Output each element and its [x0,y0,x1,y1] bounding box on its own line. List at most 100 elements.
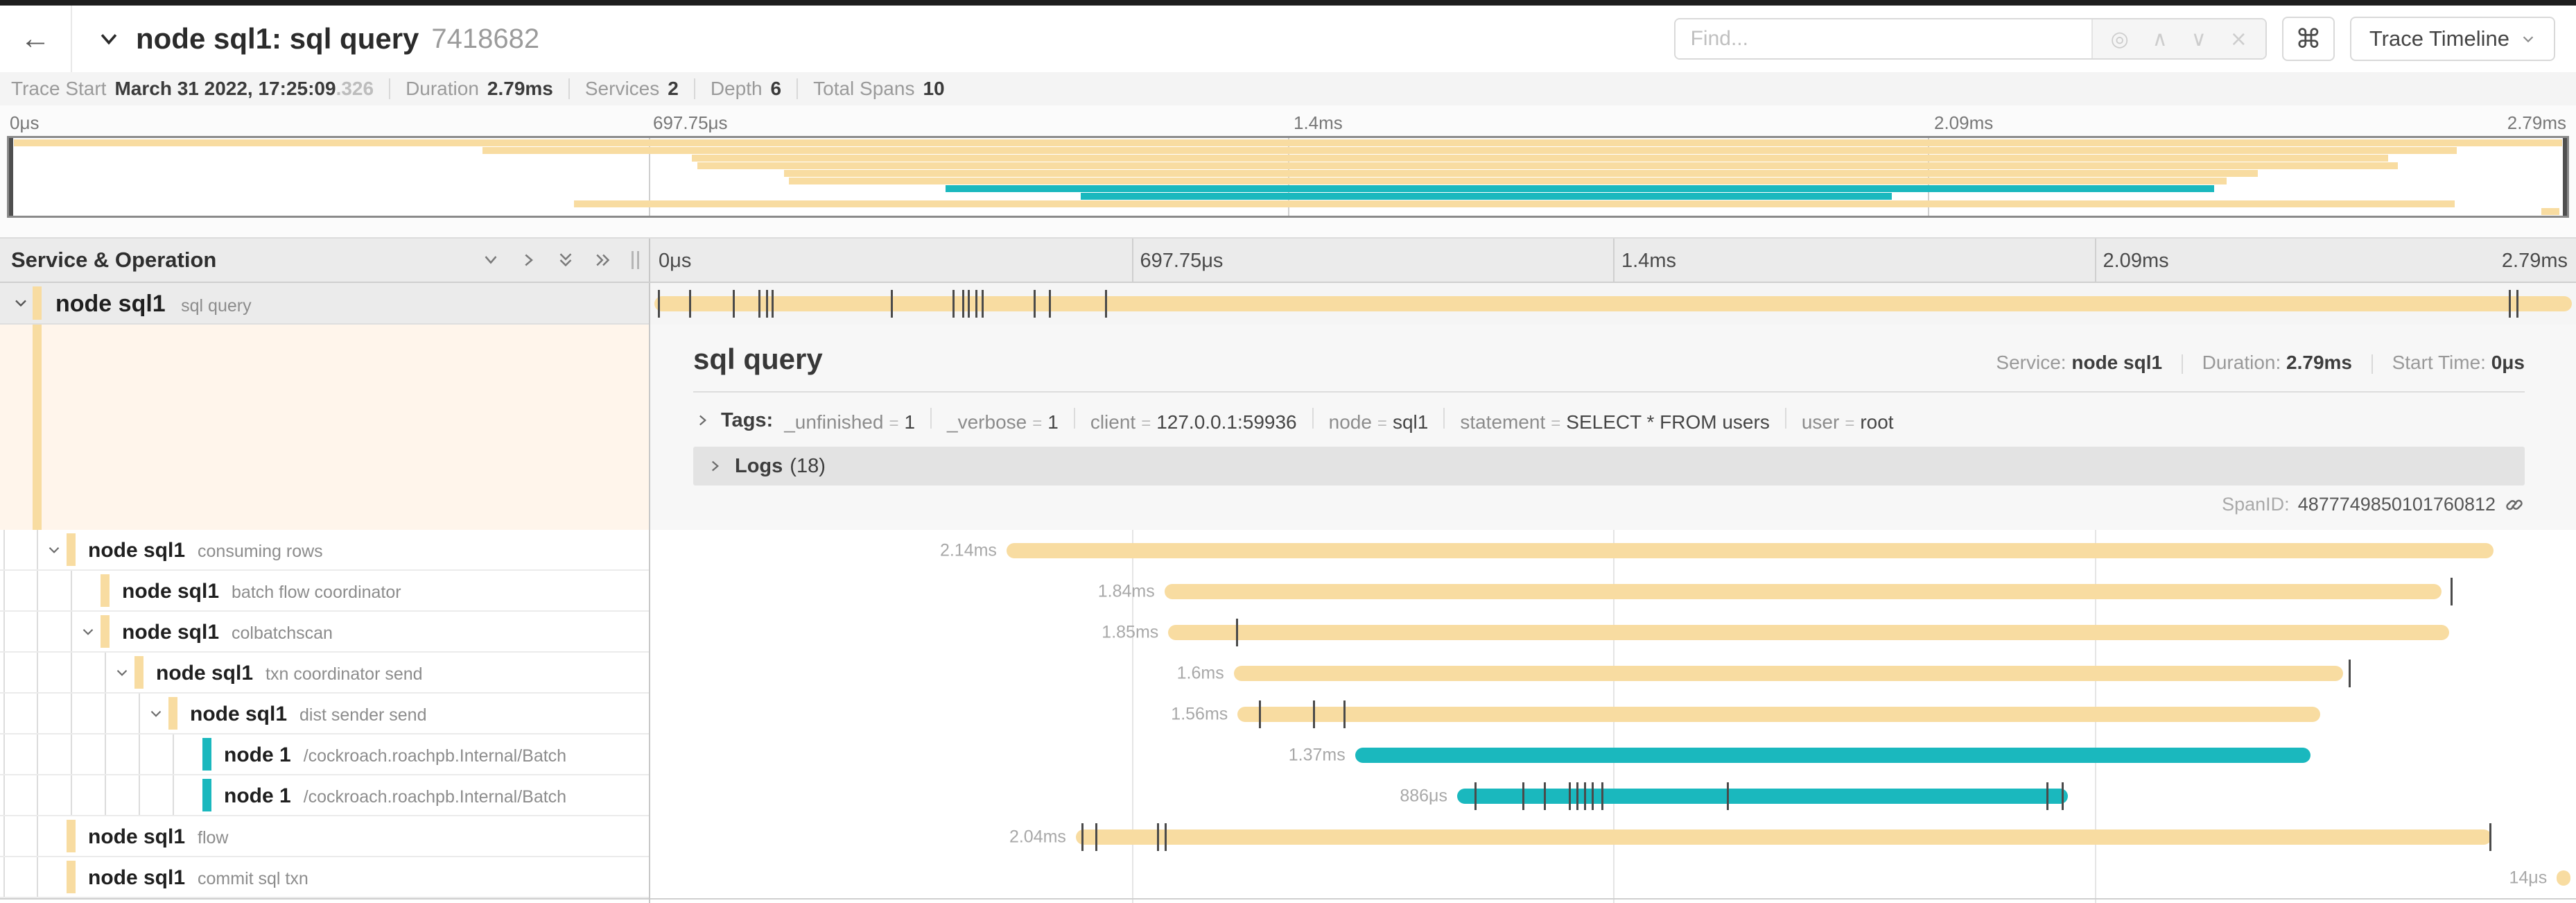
span-log-tick [1569,782,1571,810]
tree-guide-line [105,653,106,692]
chevron-down-icon[interactable] [45,541,63,559]
span-duration-label: 1.37ms [1289,745,1346,765]
span-log-tick [1313,700,1315,728]
tags-row[interactable]: Tags: _unfinished=1_verbose=1client=127.… [693,405,2525,436]
span-bar[interactable] [1457,789,2068,804]
collapse-all-chevron-down-icon[interactable] [480,250,501,270]
span-bar-row[interactable]: 1.37ms [650,734,2576,775]
logs-row[interactable]: Logs (18) [693,447,2525,485]
span-tree-row-selected[interactable]: node sql1 sql query [0,283,649,325]
span-bar-row[interactable]: 1.6ms [650,653,2576,694]
span-log-tick [2062,782,2064,810]
span-tree-text: node sql1 sql query [0,283,649,329]
chevron-down-icon[interactable] [79,623,97,641]
span-bar-row[interactable]: 2.04ms [650,816,2576,857]
span-log-tick [1049,290,1051,318]
span-detail-title-line: sql query Service: node sql1 Duration: 2… [693,343,2525,376]
timeline-axis-header: 0μs 697.75μs 1.4ms 2.09ms 2.79ms [650,239,2576,282]
tree-guide-line [37,653,38,692]
span-operation-name: batch flow coordinator [232,583,401,602]
span-bar[interactable] [1076,829,2491,845]
trace-start-value: March 31 2022, 17:25:09 [114,78,336,100]
link-icon[interactable] [2504,495,2525,515]
tag-value: root [1860,411,1893,433]
span-bar[interactable] [654,296,2573,311]
span-tree-row[interactable]: node sql1consuming rows [0,530,649,571]
minimap-left-handle[interactable] [9,138,13,216]
span-tree-row[interactable]: node sql1flow [0,816,649,857]
locate-icon[interactable]: ◎ [2111,27,2129,51]
minimap-canvas[interactable] [7,136,2569,218]
span-service-name: node 1 [224,784,291,807]
span-log-tick [2516,290,2518,318]
expand-one-chevron-right-icon[interactable] [518,250,539,270]
meta-separator [694,78,695,99]
tag-equals: = [889,414,898,433]
tree-guide-line [37,775,38,815]
trace-view-selector[interactable]: Trace Timeline [2350,17,2555,61]
collapse-all-double-chevron-down-icon[interactable] [555,250,576,270]
span-bar[interactable] [1007,543,2494,558]
minimap-span-bar [946,185,2214,192]
span-log-tick [962,290,964,318]
tag-key: node [1329,411,1372,433]
span-bar[interactable] [1237,707,2320,722]
column-resize-grip[interactable] [632,251,639,269]
meta-separator [797,78,798,99]
span-bar-row[interactable]: 2.14ms [650,530,2576,571]
back-button[interactable]: ← [0,6,72,72]
span-log-tick [975,290,977,318]
span-bar[interactable] [1165,584,2442,599]
span-bar-row[interactable]: 14μs [650,857,2576,898]
service-label: Service: [1996,352,2066,373]
chevron-down-icon[interactable] [147,705,165,723]
tree-guide-line [71,734,72,774]
expand-all-double-chevron-right-icon[interactable] [593,250,613,270]
span-bar[interactable] [1234,666,2343,681]
span-detail-title: sql query [693,343,1996,376]
tag-item: node=sql1 [1329,411,1429,433]
minimap-right-handle[interactable] [2563,138,2567,216]
tag-item: statement=SELECT * FROM users [1460,411,1770,433]
keyboard-shortcuts-button[interactable]: ⌘ [2282,17,2335,61]
span-tree-row[interactable]: node sql1txn coordinator send [0,653,649,694]
chevron-down-icon[interactable] [11,293,31,313]
span-tree-row[interactable]: node 1/cockroach.roachpb.Internal/Batch [0,734,649,775]
chevron-down-icon[interactable] [113,664,131,682]
axis-tick-label: 1.4ms [1621,250,1676,273]
span-color-bar [33,286,42,320]
span-tree-row[interactable]: node 1/cockroach.roachpb.Internal/Batch [0,775,649,816]
span-bar[interactable] [1355,748,2310,763]
minimap-span-row [9,170,2567,177]
span-bar-row[interactable] [650,283,2576,325]
find-input[interactable] [1676,19,2091,58]
span-id-label: SpanID: [2222,494,2290,515]
span-bar-row[interactable]: 1.84ms [650,571,2576,612]
collapse-trace-chevron-icon[interactable] [97,27,121,51]
span-bar-rows: 2.14ms1.84ms1.85ms 1.6ms 1.56ms 1.37ms 886μs… [650,530,2576,900]
tree-guide-line [105,734,106,774]
span-tree-row[interactable]: node sql1colbatchscan [0,612,649,653]
span-operation-name: sql query [181,296,251,316]
find-prev-icon[interactable]: ∧ [2152,27,2168,51]
span-operation-name: colbatchscan [232,624,333,643]
find-next-icon[interactable]: ∨ [2191,27,2207,51]
selected-span-bar-row[interactable] [650,283,2576,325]
span-tree-text: node sql1batch flow coordinator [0,571,649,615]
tag-item: _verbose=1 [947,411,1059,433]
trace-meta-bar: Trace Start March 31 2022, 17:25:09 .326… [0,72,2576,105]
span-tree-row[interactable]: node sql1commit sql txn [0,857,649,898]
span-bar[interactable] [1168,625,2448,640]
minimap-span-bar [1081,193,1892,200]
span-bar-row[interactable]: 886μs [650,775,2576,816]
span-tree-row[interactable]: node sql1batch flow coordinator [0,571,649,612]
clear-find-icon[interactable]: × [2230,27,2247,51]
span-duration-label: 886μs [1400,786,1447,806]
span-tree-row[interactable]: node sql1dist sender send [0,694,649,734]
span-bar[interactable] [2557,870,2570,886]
span-duration-label: 1.6ms [1177,663,1224,683]
span-bar-row[interactable]: 1.85ms [650,612,2576,653]
span-bar-row[interactable]: 1.56ms [650,694,2576,734]
span-log-tick [1592,782,1594,810]
tag-value: sql1 [1393,411,1428,433]
